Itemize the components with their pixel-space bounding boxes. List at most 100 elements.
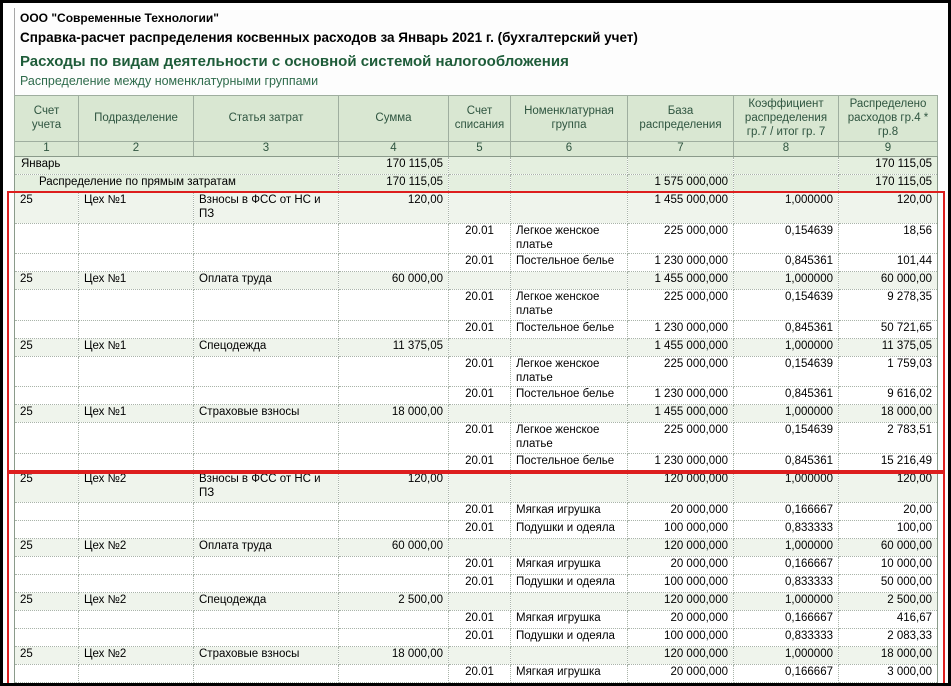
cell[interactable]: 0,154639 [734, 223, 839, 254]
cell[interactable]: Легкое женское платье [511, 223, 628, 254]
cell[interactable]: 20 000,000 [628, 556, 734, 574]
cell[interactable]: 0,154639 [734, 356, 839, 387]
cell[interactable]: 120,00 [839, 472, 938, 503]
cell[interactable]: 20.01 [449, 574, 511, 592]
cell[interactable]: Постельное белье [511, 454, 628, 472]
cell[interactable] [449, 538, 511, 556]
cell[interactable]: Страховые взносы [194, 646, 339, 664]
cell[interactable]: 3 000,00 [839, 664, 938, 682]
cell[interactable]: Мягкая игрушка [511, 610, 628, 628]
cell[interactable] [15, 454, 79, 472]
cell[interactable] [194, 356, 339, 387]
cell[interactable]: 60 000,00 [339, 538, 449, 556]
cell[interactable] [194, 574, 339, 592]
cell[interactable] [449, 338, 511, 356]
cell[interactable]: 20.01 [449, 454, 511, 472]
cell[interactable]: 1,000000 [734, 338, 839, 356]
cell[interactable]: 0,833333 [734, 574, 839, 592]
cell[interactable]: 101,44 [839, 254, 938, 272]
cell[interactable]: 20.01 [449, 520, 511, 538]
cell[interactable] [194, 290, 339, 321]
cell[interactable]: 60 000,00 [839, 538, 938, 556]
cell[interactable]: 2 500,00 [839, 592, 938, 610]
cell[interactable]: Оплата труда [194, 272, 339, 290]
cell[interactable] [449, 157, 511, 175]
cell[interactable]: Цех №1 [79, 405, 194, 423]
cell[interactable]: 11 375,05 [839, 338, 938, 356]
cell[interactable]: Распределение по прямым затратам [15, 175, 339, 193]
cell[interactable]: 1,000000 [734, 592, 839, 610]
cell[interactable]: 0,154639 [734, 423, 839, 454]
cell[interactable] [339, 628, 449, 646]
cell[interactable]: 20.01 [449, 254, 511, 272]
cell[interactable]: Цех №2 [79, 472, 194, 503]
cell[interactable]: 120,00 [339, 193, 449, 224]
cell[interactable]: 100 000,000 [628, 520, 734, 538]
cell[interactable]: 225 000,000 [628, 223, 734, 254]
cell[interactable] [15, 320, 79, 338]
cell[interactable]: 225 000,000 [628, 356, 734, 387]
cell[interactable] [339, 454, 449, 472]
cell[interactable] [79, 320, 194, 338]
cell[interactable] [79, 423, 194, 454]
cell[interactable]: 120 000,000 [628, 592, 734, 610]
cell[interactable]: 25 [15, 592, 79, 610]
cell[interactable] [79, 574, 194, 592]
cell[interactable] [79, 682, 194, 686]
cell[interactable]: 1 455 000,000 [628, 193, 734, 224]
cell[interactable] [339, 290, 449, 321]
cell[interactable] [339, 520, 449, 538]
cell[interactable]: Мягкая игрушка [511, 502, 628, 520]
cell[interactable] [194, 423, 339, 454]
cell[interactable]: Постельное белье [511, 387, 628, 405]
cell[interactable]: 20.01 [449, 387, 511, 405]
cell[interactable]: 1 575 000,000 [628, 175, 734, 193]
cell[interactable] [15, 610, 79, 628]
cell[interactable] [79, 223, 194, 254]
cell[interactable]: 20.01 [449, 682, 511, 686]
cell[interactable]: 2 083,33 [839, 628, 938, 646]
cell[interactable]: 25 [15, 472, 79, 503]
cell[interactable] [449, 405, 511, 423]
cell[interactable]: 170 115,05 [339, 157, 449, 175]
cell[interactable] [511, 193, 628, 224]
cell[interactable] [449, 193, 511, 224]
cell[interactable]: 20,00 [839, 502, 938, 520]
cell[interactable]: 1 230 000,000 [628, 254, 734, 272]
cell[interactable] [734, 175, 839, 193]
cell[interactable]: 18 000,00 [339, 646, 449, 664]
cell[interactable]: 225 000,000 [628, 290, 734, 321]
cell[interactable]: 0,845361 [734, 387, 839, 405]
cell[interactable] [15, 628, 79, 646]
cell[interactable] [194, 520, 339, 538]
cell[interactable]: 11 375,05 [339, 338, 449, 356]
cell[interactable]: 1 230 000,000 [628, 320, 734, 338]
cell[interactable] [15, 290, 79, 321]
cell[interactable] [15, 556, 79, 574]
cell[interactable] [511, 338, 628, 356]
cell[interactable]: 20.01 [449, 502, 511, 520]
cell[interactable]: Цех №1 [79, 193, 194, 224]
cell[interactable]: 170 115,05 [839, 157, 938, 175]
cell[interactable] [79, 290, 194, 321]
cell[interactable] [511, 157, 628, 175]
cell[interactable]: 20 000,000 [628, 502, 734, 520]
cell[interactable]: 1 230 000,000 [628, 387, 734, 405]
cell[interactable]: 25 [15, 405, 79, 423]
cell[interactable]: 120 000,000 [628, 538, 734, 556]
cell[interactable] [339, 387, 449, 405]
cell[interactable] [511, 272, 628, 290]
cell[interactable] [339, 682, 449, 686]
cell[interactable] [194, 387, 339, 405]
cell[interactable] [194, 628, 339, 646]
cell[interactable]: 15 216,49 [839, 454, 938, 472]
cell[interactable]: 170 115,05 [339, 175, 449, 193]
cell[interactable]: 20.01 [449, 610, 511, 628]
cell[interactable]: 1 455 000,000 [628, 338, 734, 356]
cell[interactable]: 120,00 [339, 472, 449, 503]
cell[interactable]: 100 000,000 [628, 574, 734, 592]
cell[interactable]: 100 000,000 [628, 682, 734, 686]
cell[interactable]: 1,000000 [734, 272, 839, 290]
cell[interactable] [511, 592, 628, 610]
cell[interactable] [194, 664, 339, 682]
